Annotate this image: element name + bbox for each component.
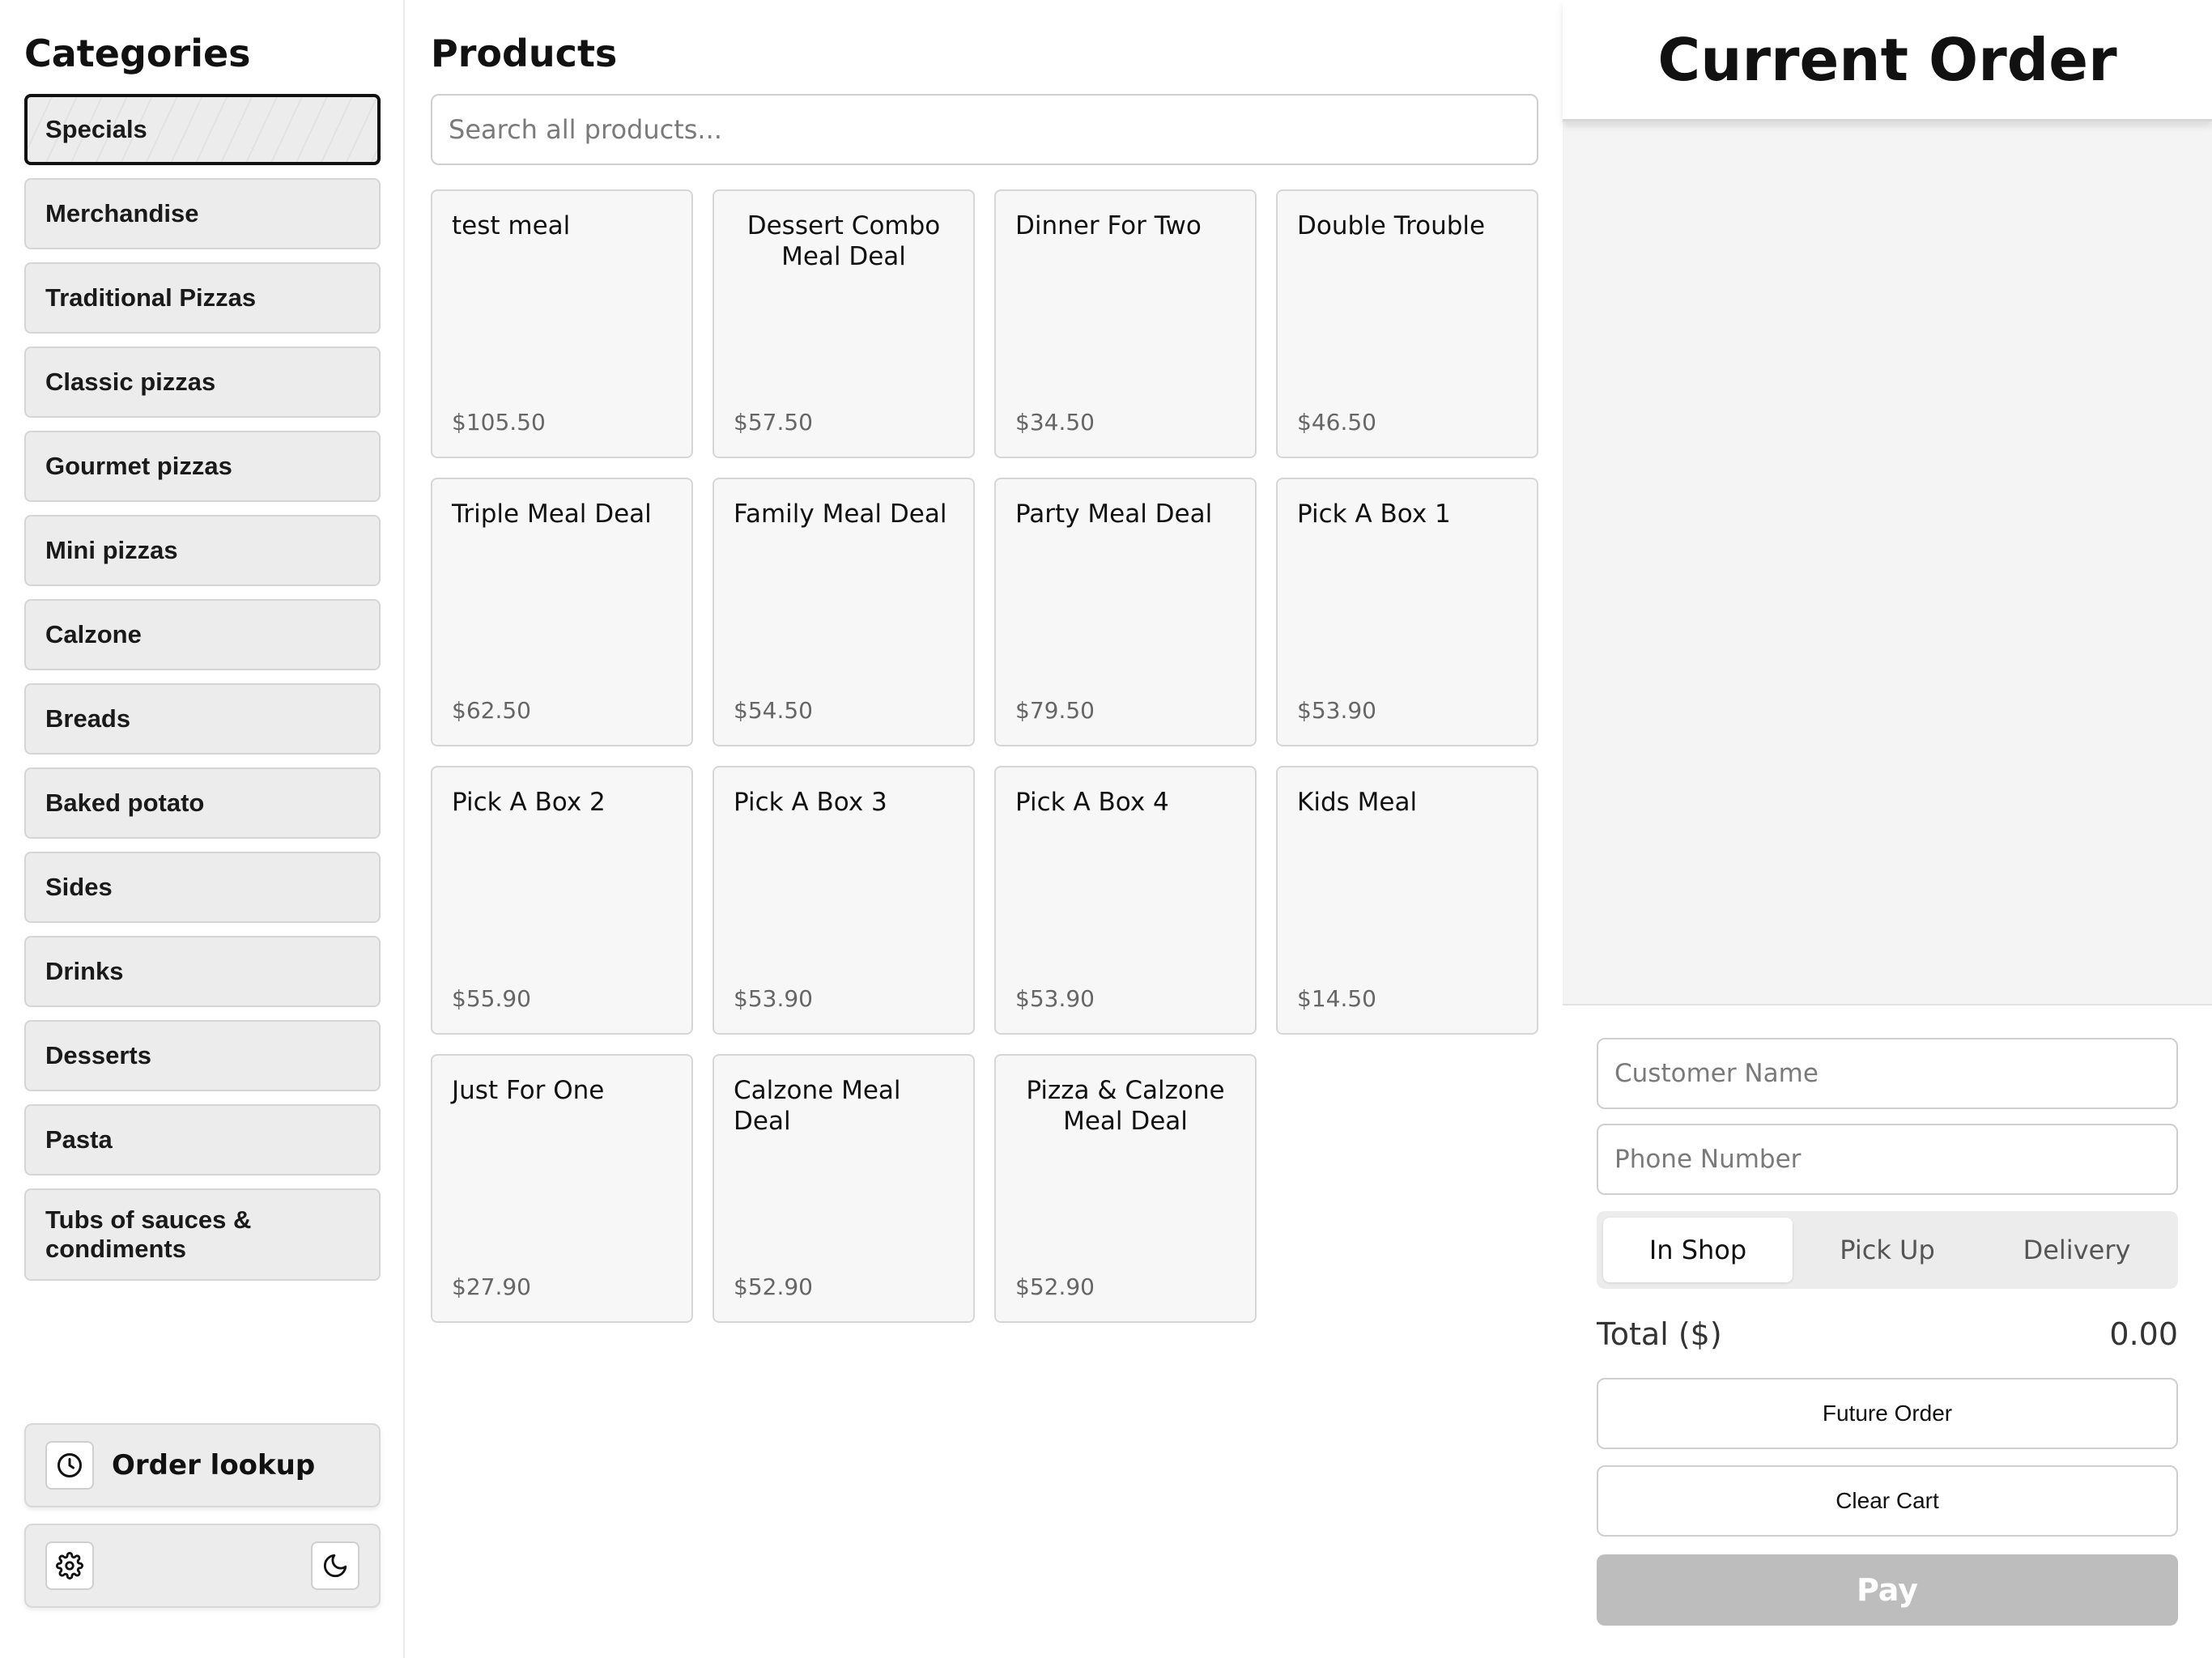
product-price: $54.50	[734, 697, 813, 724]
product-card[interactable]: Kids Meal $14.50	[1276, 766, 1538, 1035]
category-button[interactable]: Breads	[24, 683, 381, 755]
product-card[interactable]: Pick A Box 3 $53.90	[713, 766, 975, 1035]
product-price: $53.90	[1297, 697, 1376, 724]
product-price: $105.50	[452, 409, 546, 436]
products-title: Products	[431, 32, 618, 75]
category-button[interactable]: Mini pizzas	[24, 515, 381, 586]
product-price: $14.50	[1297, 985, 1376, 1012]
customer-name-input[interactable]	[1597, 1038, 2178, 1109]
product-card[interactable]: Party Meal Deal $79.50	[994, 478, 1257, 746]
category-button[interactable]: Classic pizzas	[24, 346, 381, 418]
product-name: Calzone Meal Deal	[734, 1076, 901, 1136]
product-card[interactable]: Double Trouble $46.50	[1276, 189, 1538, 458]
order-lookup-label: Order lookup	[112, 1449, 316, 1482]
product-price: $55.90	[452, 985, 531, 1012]
product-name: Triple Meal Deal	[452, 500, 652, 529]
order-type-option[interactable]: Pick Up	[1793, 1218, 1982, 1282]
order-type-option[interactable]: In Shop	[1603, 1218, 1793, 1282]
product-name: Just For One	[452, 1076, 605, 1105]
order-items-list	[1563, 121, 2212, 1004]
product-card[interactable]: Dinner For Two $34.50	[994, 189, 1257, 458]
current-order-title: Current Order	[1657, 25, 2117, 94]
product-name: Pick A Box 2	[452, 788, 606, 817]
product-price: $62.50	[452, 697, 531, 724]
total-row: Total ($) 0.00	[1597, 1310, 2178, 1358]
categories-title: Categories	[24, 32, 251, 75]
category-button[interactable]: Desserts	[24, 1020, 381, 1091]
category-button[interactable]: Sides	[24, 852, 381, 923]
product-search-input[interactable]	[431, 94, 1538, 165]
total-label: Total ($)	[1597, 1316, 1722, 1352]
product-card[interactable]: Triple Meal Deal $62.50	[431, 478, 693, 746]
pay-button[interactable]: Pay	[1597, 1554, 2178, 1626]
category-button[interactable]: Drinks	[24, 936, 381, 1007]
product-price: $57.50	[734, 409, 813, 436]
product-card[interactable]: Pick A Box 1 $53.90	[1276, 478, 1538, 746]
product-price: $52.90	[1015, 1273, 1095, 1300]
category-button[interactable]: Merchandise	[24, 178, 381, 249]
product-name: Family Meal Deal	[734, 500, 947, 529]
product-price: $52.90	[734, 1273, 813, 1300]
order-footer: In ShopPick UpDelivery Total ($) 0.00 Fu…	[1563, 1004, 2212, 1658]
product-name: Pick A Box 3	[734, 788, 887, 817]
product-card[interactable]: Pizza & Calzone Meal Deal $52.90	[994, 1054, 1257, 1323]
product-price: $27.90	[452, 1273, 531, 1300]
current-order-panel: Current Order In ShopPick UpDelivery Tot…	[1563, 0, 2212, 1658]
product-price: $46.50	[1297, 409, 1376, 436]
order-type-selector: In Shop Pick Up Delivery	[1597, 1211, 2178, 1289]
categories-sidebar: Categories Specials Merchandise Traditiona…	[0, 0, 405, 1658]
product-price: $79.50	[1015, 697, 1095, 724]
product-card[interactable]: test meal $105.50	[431, 189, 693, 458]
product-price: $34.50	[1015, 409, 1095, 436]
clear-cart-button[interactable]: Clear Cart	[1597, 1465, 2178, 1537]
product-name: Pizza & Calzone Meal Deal	[1026, 1076, 1225, 1136]
product-name: Dessert Combo Meal Deal	[747, 211, 941, 271]
moon-icon[interactable]	[311, 1541, 359, 1590]
category-button[interactable]: Calzone	[24, 599, 381, 670]
sidebar-tools	[24, 1524, 381, 1608]
category-button[interactable]: Gourmet pizzas	[24, 431, 381, 502]
product-name: Kids Meal	[1297, 788, 1418, 817]
product-card[interactable]: Just For One $27.90	[431, 1054, 693, 1323]
category-button[interactable]: Pasta	[24, 1104, 381, 1175]
product-name: Dinner For Two	[1015, 211, 1202, 240]
product-name: Pick A Box 1	[1297, 500, 1451, 529]
category-button[interactable]: Specials	[24, 94, 381, 165]
product-name: Pick A Box 4	[1015, 788, 1169, 817]
product-grid: test meal $105.50 Dessert Combo Meal Deal $…	[431, 189, 1538, 1323]
product-price: $53.90	[734, 985, 813, 1012]
category-button[interactable]: Traditional Pizzas	[24, 262, 381, 334]
category-button[interactable]: Baked potato	[24, 767, 381, 839]
order-header: Current Order	[1563, 0, 2212, 121]
product-name: test meal	[452, 211, 571, 240]
future-order-button[interactable]: Future Order	[1597, 1378, 2178, 1449]
category-list: Specials Merchandise Traditional Pizzas Cla…	[24, 94, 381, 1281]
gear-icon[interactable]	[45, 1541, 94, 1590]
product-name: Party Meal Deal	[1015, 500, 1213, 529]
product-card[interactable]: Pick A Box 4 $53.90	[994, 766, 1257, 1035]
order-type-option[interactable]: Delivery	[1982, 1218, 2172, 1282]
products-panel: Products test meal $105.50 Dessert Combo M…	[405, 0, 1563, 1658]
product-price: $53.90	[1015, 985, 1095, 1012]
pos-app: Categories Specials Merchandise Traditiona…	[0, 0, 2212, 1658]
order-lookup-button[interactable]: Order lookup	[24, 1423, 381, 1507]
product-card[interactable]: Family Meal Deal $54.50	[713, 478, 975, 746]
product-name: Double Trouble	[1297, 211, 1486, 240]
product-card[interactable]: Calzone Meal Deal $52.90	[713, 1054, 975, 1323]
phone-number-input[interactable]	[1597, 1124, 2178, 1195]
product-card[interactable]: Pick A Box 2 $55.90	[431, 766, 693, 1035]
clock-icon	[45, 1441, 94, 1490]
product-card[interactable]: Dessert Combo Meal Deal $57.50	[713, 189, 975, 458]
category-button[interactable]: Tubs of sauces & condiments	[24, 1188, 381, 1281]
total-value: 0.00	[2109, 1316, 2178, 1352]
